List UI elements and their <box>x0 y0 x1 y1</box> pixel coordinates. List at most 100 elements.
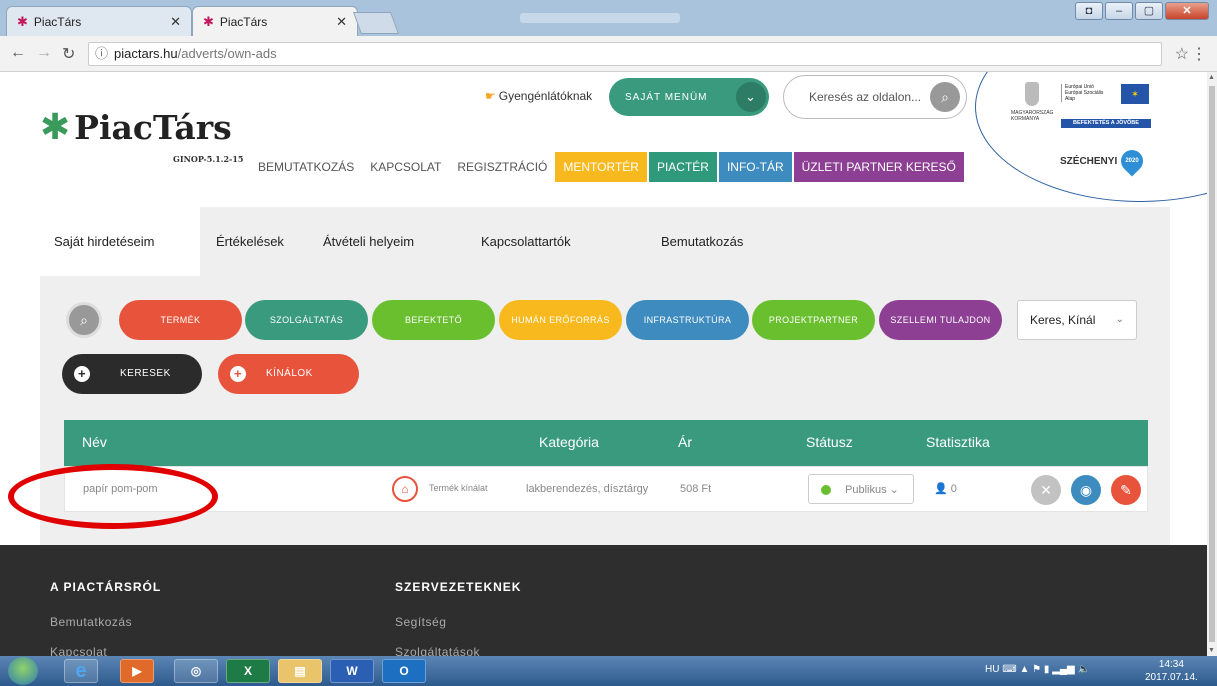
kinalok-label: KÍNÁLOK <box>266 368 313 379</box>
view-eye-icon[interactable]: ◉ <box>1071 475 1101 505</box>
tab-title: PiacTárs <box>219 14 268 29</box>
nav-kapcsolat[interactable]: KAPCSOLAT <box>362 152 449 182</box>
nav-bemutatkozas[interactable]: BEMUTATKOZÁS <box>250 152 362 182</box>
nav-mentorter[interactable]: MENTORTÉR <box>555 152 647 182</box>
keresek-label: KERESEK <box>120 368 171 379</box>
filter-befekteto[interactable]: BEFEKTETŐ <box>372 300 495 340</box>
site-logo[interactable]: ✱ PiacTárs GINOP-5.1.2-15 <box>40 106 243 164</box>
status-select[interactable]: Publikus ⌄ <box>808 474 914 504</box>
internet-explorer-icon[interactable]: e <box>64 659 98 683</box>
szechenyi-text: SZÉCHENYI <box>1060 155 1118 167</box>
filter-infrastruktura[interactable]: INFRASTRUKTÚRA <box>626 300 749 340</box>
eu-slogan: BEFEKTETÉS A JÖVŐBE <box>1061 119 1151 128</box>
ad-type: Termék kínálat <box>429 483 488 493</box>
tab-atveteli-helyeim[interactable]: Átvételi helyeim <box>323 207 414 276</box>
szechenyi-logo: SZÉCHENYI 2020 <box>1060 145 1148 177</box>
my-menu-button[interactable]: SAJÁT MENÜM ⌄ <box>609 78 769 116</box>
keres-kinal-select[interactable]: Keres, Kínál ⌄ <box>1017 300 1137 340</box>
page-content: ✱ PiacTárs GINOP-5.1.2-15 ☛ Gyengénlátókn… <box>0 72 1207 656</box>
keyboard-icon[interactable]: ⌨ <box>1002 664 1016 675</box>
kormany-text: MAGYARORSZÁG KORMÁNYA <box>1011 110 1054 122</box>
highlight-annotation-oval <box>8 464 218 529</box>
system-tray: HU ⌨ ▲ ⚑ ▮ ▂▄▆ 🔈 <box>985 664 1090 675</box>
media-player-icon[interactable]: ▶ <box>120 659 154 683</box>
network-icon[interactable]: ▮ <box>1044 664 1050 675</box>
clock-time: 14:34 <box>1158 659 1184 670</box>
tab-bemutatkozas[interactable]: Bemutatkozás <box>661 207 743 276</box>
delete-icon[interactable]: ✕ <box>1031 475 1061 505</box>
start-button[interactable] <box>8 657 38 685</box>
tray-expand-icon[interactable]: ▲ <box>1019 664 1029 675</box>
kinalok-button[interactable]: + KÍNÁLOK <box>218 354 359 394</box>
close-window-icon[interactable]: ✕ <box>1165 2 1209 20</box>
new-tab-button[interactable] <box>352 12 400 34</box>
clock-date: 2017.07.14. <box>1145 672 1198 683</box>
url-path: /adverts/own-ads <box>177 46 277 61</box>
keresek-button[interactable]: + KERESEK <box>62 354 202 394</box>
plus-icon: + <box>74 366 90 382</box>
edit-pencil-icon[interactable]: ✎ <box>1111 475 1141 505</box>
header-statusz: Státusz <box>806 434 853 450</box>
close-icon[interactable]: ✕ <box>336 14 347 30</box>
volume-icon[interactable]: 🔈 <box>1077 664 1089 675</box>
outlook-icon[interactable]: O <box>382 659 426 683</box>
logo-text: PiacTárs <box>74 107 232 147</box>
url-host: piactars.hu <box>114 46 178 61</box>
logo-subtitle: GINOP-5.1.2-15 <box>173 154 244 164</box>
table-row: papír pom-pom ⌂ Termék kínálat lakberend… <box>64 466 1148 512</box>
word-icon[interactable]: W <box>330 659 374 683</box>
header-nev: Név <box>82 434 107 450</box>
signal-icon[interactable]: ▂▄▆ <box>1052 664 1074 675</box>
url-input[interactable]: ⓘ piactars.hu/adverts/own-ads <box>88 42 1162 66</box>
browser-menu-icon[interactable]: ⋮ <box>1191 44 1207 64</box>
nav-uzleti-partner-kereso[interactable]: ÜZLETI PARTNER KERESŐ <box>793 152 964 182</box>
scrollbar-thumb[interactable] <box>1209 86 1215 642</box>
filter-szellemi-tulajdon[interactable]: SZELLEMI TULAJDON <box>879 300 1002 340</box>
accessibility-link[interactable]: ☛ Gyengénlátóknak <box>485 89 592 103</box>
reload-icon[interactable]: ↻ <box>62 44 75 64</box>
browser-tab-active[interactable]: ✱ PiacTárs ✕ <box>192 6 358 36</box>
ads-table-header: Név Kategória Ár Státusz Statisztika <box>64 420 1148 466</box>
chrome-icon[interactable]: ◎ <box>174 659 218 683</box>
hand-icon: ☛ <box>485 89 496 103</box>
filter-termek[interactable]: TERMÉK <box>119 300 242 340</box>
close-icon[interactable]: ✕ <box>170 14 181 30</box>
scroll-up-icon[interactable]: ▲ <box>1208 74 1215 81</box>
filter-human-eroforras[interactable]: HUMÁN ERŐFORRÁS <box>499 300 622 340</box>
file-explorer-icon[interactable]: ▤ <box>278 659 322 683</box>
forward-icon[interactable]: → <box>36 44 52 62</box>
page-scrollbar[interactable]: ▲ ▼ <box>1207 72 1217 656</box>
site-search-input[interactable]: Keresés az oldalon... ⌕ <box>783 75 967 119</box>
language-indicator[interactable]: HU <box>985 664 999 675</box>
footer-link-kapcsolat[interactable]: Kapcsolat <box>50 645 107 656</box>
footer-link-bemutatkozas[interactable]: Bemutatkozás <box>50 615 132 629</box>
scroll-down-icon[interactable]: ▼ <box>1208 647 1215 654</box>
footer-link-szolgaltatasok[interactable]: Szolgáltatások <box>395 645 480 656</box>
nav-info-tar[interactable]: INFO-TÁR <box>718 152 792 182</box>
minimize-icon[interactable]: – <box>1105 2 1133 20</box>
filter-search-icon[interactable]: ⌕ <box>66 302 102 338</box>
info-icon[interactable]: ⓘ <box>95 46 108 61</box>
windows-taskbar: e ▶ ◎ X ▤ W O HU ⌨ ▲ ⚑ ▮ ▂▄▆ 🔈 14:34 201… <box>0 656 1217 686</box>
piactars-logo-icon: ✱ <box>40 106 71 147</box>
bookmark-star-icon[interactable]: ☆ <box>1175 44 1189 64</box>
search-icon[interactable]: ⌕ <box>930 82 960 112</box>
nav-regisztracio[interactable]: REGISZTRÁCIÓ <box>449 152 555 182</box>
clock[interactable]: 14:34 2017.07.14. <box>1145 658 1198 684</box>
filter-projektpartner[interactable]: PROJEKTPARTNER <box>752 300 875 340</box>
footer-link-segitseg[interactable]: Segítség <box>395 615 446 629</box>
chevron-down-icon: ⌄ <box>1115 314 1124 325</box>
tab-ertekelesek[interactable]: Értékelések <box>216 207 284 276</box>
back-icon[interactable]: ← <box>10 44 26 62</box>
filter-szolgaltatas[interactable]: SZOLGÁLTATÁS <box>245 300 368 340</box>
chevron-down-icon: ⌄ <box>736 82 766 112</box>
user-icon[interactable]: ◘ <box>1075 2 1103 20</box>
flag-icon[interactable]: ⚑ <box>1032 664 1041 675</box>
tab-sajat-hirdeteseim[interactable]: Saját hirdetéseim <box>40 207 200 276</box>
tab-kapcsolattartok[interactable]: Kapcsolattartók <box>481 207 571 276</box>
nav-piacter[interactable]: PIACTÉR <box>648 152 717 182</box>
maximize-icon[interactable]: ▢ <box>1135 2 1163 20</box>
browser-tab[interactable]: ✱ PiacTárs ✕ <box>6 6 192 36</box>
accessibility-label: Gyengénlátóknak <box>498 89 593 103</box>
excel-icon[interactable]: X <box>226 659 270 683</box>
